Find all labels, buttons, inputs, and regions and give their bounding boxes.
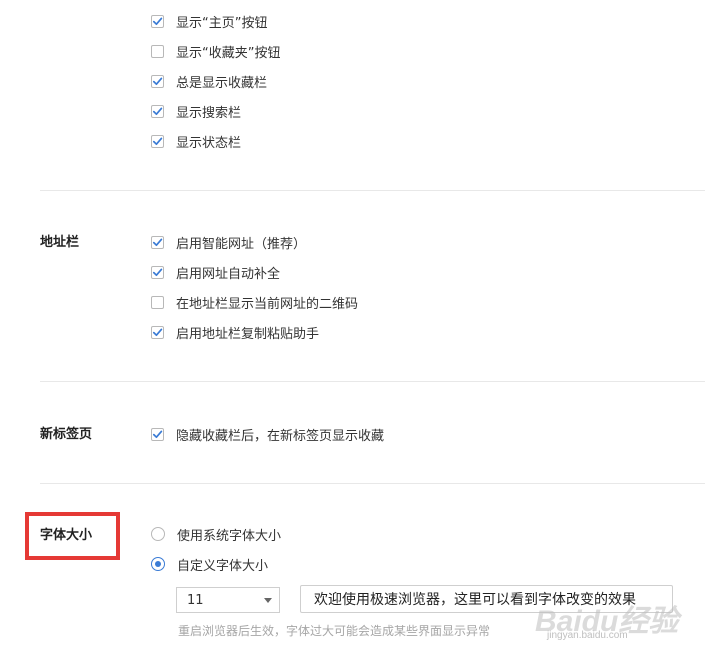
checkbox[interactable] — [151, 235, 164, 249]
section-divider — [40, 190, 705, 191]
radio-button[interactable] — [151, 557, 165, 571]
option-show-favorites-button[interactable]: 显示“收藏夹”按钮 — [151, 42, 281, 61]
option-label: 显示状态栏 — [176, 135, 242, 151]
option-label: 使用系统字体大小 — [177, 528, 282, 544]
option-system-font-size[interactable]: 使用系统字体大小 — [151, 525, 282, 544]
option-url-autocomplete[interactable]: 启用网址自动补全 — [151, 263, 281, 282]
option-label: 启用地址栏复制粘贴助手 — [176, 326, 320, 342]
section-label-new-tab: 新标签页 — [40, 427, 93, 442]
option-label: 在地址栏显示当前网址的二维码 — [176, 296, 359, 312]
check-icon — [152, 77, 163, 85]
font-preview-text: 欢迎使用极速浏览器，这里可以看到字体改变的效果 — [314, 592, 636, 608]
checkbox[interactable] — [151, 295, 164, 309]
check-icon — [152, 238, 163, 246]
section-label-address-bar: 地址栏 — [40, 235, 80, 250]
section-divider — [40, 483, 705, 484]
section-divider — [40, 381, 705, 382]
checkbox[interactable] — [151, 134, 164, 148]
font-size-select[interactable]: 11 — [176, 587, 280, 613]
option-show-qr-code[interactable]: 在地址栏显示当前网址的二维码 — [151, 293, 359, 312]
option-show-home-button[interactable]: 显示“主页”按钮 — [151, 12, 268, 31]
option-label: 总是显示收藏栏 — [176, 75, 268, 91]
option-label: 显示“收藏夹”按钮 — [176, 45, 281, 61]
option-label: 启用网址自动补全 — [176, 266, 281, 282]
check-icon — [152, 137, 163, 145]
option-label: 自定义字体大小 — [177, 558, 269, 574]
option-show-search-bar[interactable]: 显示搜索栏 — [151, 102, 242, 121]
option-label: 显示搜索栏 — [176, 105, 242, 121]
checkbox[interactable] — [151, 265, 164, 279]
check-icon — [152, 430, 163, 438]
option-copy-paste-helper[interactable]: 启用地址栏复制粘贴助手 — [151, 323, 320, 342]
font-size-hint: 重启浏览器后生效，字体过大可能会造成某些界面显示异常 — [178, 624, 491, 638]
check-icon — [152, 268, 163, 276]
checkbox[interactable] — [151, 74, 164, 88]
font-size-select-value: 11 — [187, 592, 204, 608]
check-icon — [152, 107, 163, 115]
option-label: 隐藏收藏栏后，在新标签页显示收藏 — [176, 428, 385, 444]
checkbox[interactable] — [151, 325, 164, 339]
option-custom-font-size[interactable]: 自定义字体大小 — [151, 555, 269, 574]
option-show-status-bar[interactable]: 显示状态栏 — [151, 132, 242, 151]
radio-dot — [155, 561, 161, 567]
watermark-url: jingyan.baidu.com — [547, 630, 628, 641]
font-preview-box: 欢迎使用极速浏览器，这里可以看到字体改变的效果 — [300, 585, 673, 613]
option-always-show-favorites-bar[interactable]: 总是显示收藏栏 — [151, 72, 268, 91]
checkbox[interactable] — [151, 427, 164, 441]
option-show-favorites-on-new-tab[interactable]: 隐藏收藏栏后，在新标签页显示收藏 — [151, 425, 385, 444]
checkbox[interactable] — [151, 44, 164, 58]
checkbox[interactable] — [151, 104, 164, 118]
option-smart-url[interactable]: 启用智能网址（推荐） — [151, 233, 307, 252]
option-label: 显示“主页”按钮 — [176, 15, 268, 31]
radio-button[interactable] — [151, 527, 165, 541]
option-label: 启用智能网址（推荐） — [176, 236, 307, 252]
checkbox[interactable] — [151, 14, 164, 28]
check-icon — [152, 17, 163, 25]
section-label-font-size: 字体大小 — [40, 528, 93, 543]
chevron-down-icon — [264, 598, 272, 603]
check-icon — [152, 328, 163, 336]
